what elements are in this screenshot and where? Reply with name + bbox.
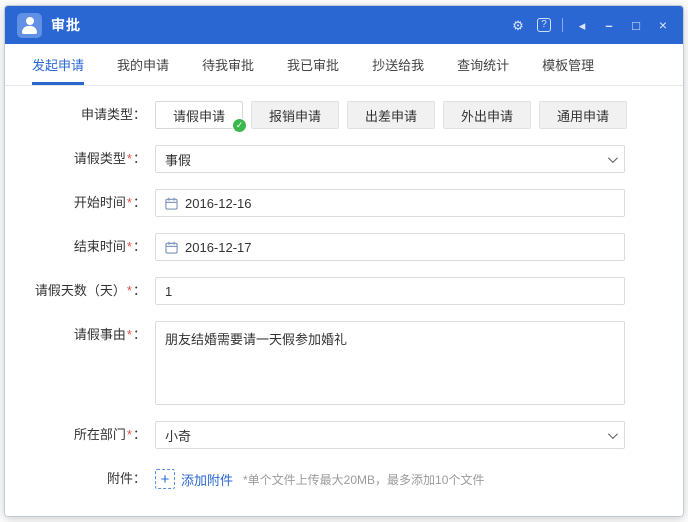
department-select[interactable]: 小奇 [155, 421, 625, 449]
tab-label: 查询统计 [457, 58, 510, 73]
required-mark: * [126, 239, 132, 254]
tab-bar: 发起申请 我的申请 待我审批 我已审批 抄送给我 查询统计 模板管理 [5, 44, 683, 86]
type-button-label: 外出申请 [460, 108, 513, 124]
leave-reason-field: 朋友结婚需要请一天假参加婚礼 [155, 321, 625, 405]
apply-type-options: 请假申请 ✓ 报销申请 出差申请 外出申请 通用申请 [155, 101, 635, 133]
app-window: 审批 ⚙ ? ◂ – □ × 发起申请 我的申请 待我审批 我已审批 抄送给我 … [4, 5, 684, 517]
apply-type-row: 申请类型： 请假申请 ✓ 报销申请 出差申请 外出申请 通用申请 [5, 101, 683, 133]
leave-reason-row: 请假事由*： 朋友结婚需要请一天假参加婚礼 [5, 321, 683, 405]
tab-label: 抄送给我 [372, 58, 425, 73]
tab-label: 发起申请 [32, 58, 85, 73]
calendar-icon [165, 241, 178, 254]
type-button-label: 请假申请 [172, 108, 225, 124]
tab-my-applications[interactable]: 我的申请 [117, 44, 169, 85]
tab-label: 我的申请 [117, 58, 170, 73]
date-value: 2016-12-17 [185, 239, 252, 255]
tab-query-statistics[interactable]: 查询统计 [457, 44, 509, 85]
leave-type-row: 请假类型*： 事假 [5, 145, 683, 173]
maximize-button[interactable]: □ [628, 17, 644, 33]
chevron-down-icon [607, 152, 618, 163]
end-date-row: 结束时间*： 2016-12-17 [5, 233, 683, 261]
titlebar-controls: ⚙ ? ◂ – □ × [510, 17, 671, 33]
type-button-label: 报销申请 [268, 108, 321, 124]
field-label: 结束时间*： [73, 239, 146, 254]
tab-approved-by-me[interactable]: 我已审批 [287, 44, 339, 85]
person-head-icon [25, 16, 34, 25]
tab-template-management[interactable]: 模板管理 [542, 44, 594, 85]
tab-label: 我已审批 [287, 58, 340, 73]
field-label: 开始时间*： [73, 195, 146, 210]
plus-icon: + [155, 469, 175, 489]
tab-cc-to-me[interactable]: 抄送给我 [372, 44, 424, 85]
type-button-general[interactable]: 通用申请 [539, 101, 627, 129]
type-button-label: 通用申请 [556, 108, 609, 124]
type-button-label: 出差申请 [364, 108, 417, 124]
minimize-button[interactable]: – [601, 17, 617, 33]
leave-days-input[interactable] [165, 278, 615, 304]
tab-label: 模板管理 [542, 58, 595, 73]
leave-days-row: 请假天数（天）*： [5, 277, 683, 305]
required-mark: * [126, 151, 132, 166]
field-label: 请假天数（天）*： [34, 283, 146, 298]
tab-initiate-application[interactable]: 发起申请 [32, 44, 85, 85]
required-mark: * [126, 283, 132, 298]
window-title: 审批 [51, 17, 81, 33]
type-button-leave[interactable]: 请假申请 ✓ [155, 101, 247, 133]
close-button[interactable]: × [655, 17, 671, 33]
selected-value: 事假 [165, 152, 192, 168]
pin-arrow-icon[interactable]: ◂ [574, 17, 590, 33]
field-label: 申请类型： [80, 107, 146, 122]
department-row: 所在部门*： 小奇 [5, 421, 683, 449]
start-date-row: 开始时间*： 2016-12-16 [5, 189, 683, 217]
settings-gear-icon[interactable]: ⚙ [510, 17, 526, 33]
add-attachment-button[interactable]: + 添加附件 [155, 469, 233, 489]
end-date-input[interactable]: 2016-12-17 [155, 233, 625, 261]
selected-value: 小奇 [165, 428, 192, 444]
leave-type-select[interactable]: 事假 [155, 145, 625, 173]
type-button-going-out[interactable]: 外出申请 [443, 101, 531, 129]
start-date-input[interactable]: 2016-12-16 [155, 189, 625, 217]
calendar-icon [165, 197, 178, 210]
field-label: 请假类型*： [73, 151, 146, 166]
leave-days-field [155, 277, 625, 305]
date-value: 2016-12-16 [185, 195, 252, 211]
help-icon[interactable]: ? [537, 18, 551, 32]
leave-reason-textarea[interactable]: 朋友结婚需要请一天假参加婚礼 [156, 322, 624, 404]
chevron-down-icon [607, 428, 618, 439]
required-mark: * [126, 427, 132, 442]
check-icon: ✓ [232, 118, 247, 133]
tab-pending-my-approval[interactable]: 待我审批 [202, 44, 254, 85]
title-bar: 审批 ⚙ ? ◂ – □ × [5, 6, 683, 44]
type-button-reimbursement[interactable]: 报销申请 [251, 101, 339, 129]
field-label: 所在部门*： [73, 427, 146, 442]
attachment-hint: *单个文件上传最大20MB，最多添加10个文件 [243, 472, 485, 487]
user-app-icon [17, 12, 42, 38]
field-label: 附件： [106, 471, 146, 486]
tab-label: 待我审批 [202, 58, 255, 73]
required-mark: * [126, 327, 132, 342]
field-label: 请假事由*： [73, 327, 146, 342]
person-body-icon [22, 25, 37, 34]
required-mark: * [126, 195, 132, 210]
attachment-row: 附件： + 添加附件 *单个文件上传最大20MB，最多添加10个文件 [5, 465, 683, 493]
titlebar-divider [562, 18, 563, 32]
type-button-business-trip[interactable]: 出差申请 [347, 101, 435, 129]
add-attachment-label: 添加附件 [181, 472, 234, 488]
application-form: 申请类型： 请假申请 ✓ 报销申请 出差申请 外出申请 通用申请 请假类型*： … [5, 86, 683, 516]
